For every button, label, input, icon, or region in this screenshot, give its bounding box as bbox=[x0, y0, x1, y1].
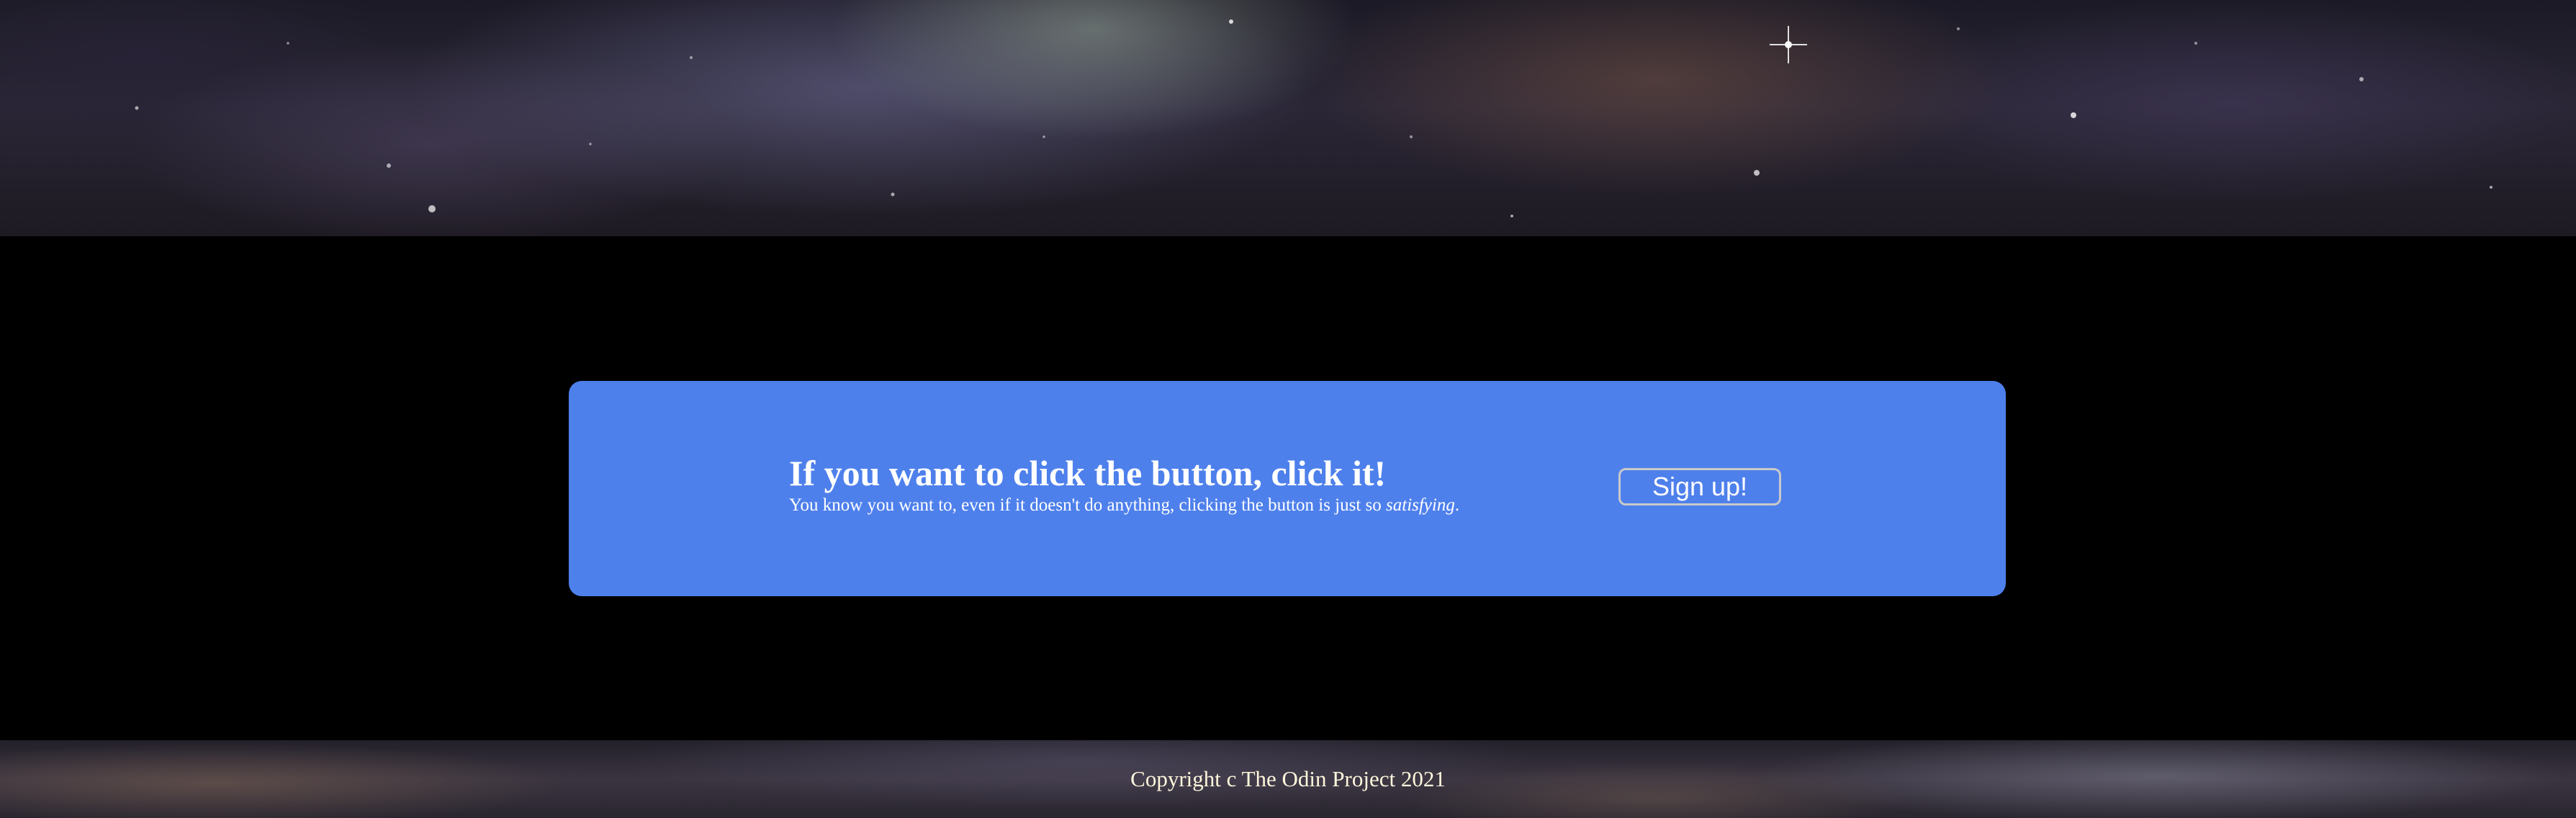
main-section: If you want to click the button, click i… bbox=[0, 236, 2576, 740]
subtext-start: You know you want to, even if it doesn't… bbox=[789, 495, 1387, 515]
page: If you want to click the button, click i… bbox=[0, 0, 2576, 818]
call-to-action-subtext: You know you want to, even if it doesn't… bbox=[789, 495, 1653, 516]
call-to-action-text: If you want to click the button, click i… bbox=[789, 453, 1653, 516]
subtext-end: . bbox=[1454, 495, 1460, 515]
space-nebula-image bbox=[0, 0, 2576, 236]
sign-up-button[interactable]: Sign up! bbox=[1618, 468, 1781, 505]
subtext-emphasis: satisfying bbox=[1386, 495, 1455, 515]
star-field bbox=[135, 19, 2492, 217]
call-to-action-card: If you want to click the button, click i… bbox=[569, 381, 2006, 596]
space-cloud-image: Copyright c The Odin Project 2021 bbox=[0, 740, 2576, 818]
call-to-action-heading: If you want to click the button, click i… bbox=[789, 453, 1387, 493]
footer-copyright: Copyright c The Odin Project 2021 bbox=[1130, 766, 1446, 791]
